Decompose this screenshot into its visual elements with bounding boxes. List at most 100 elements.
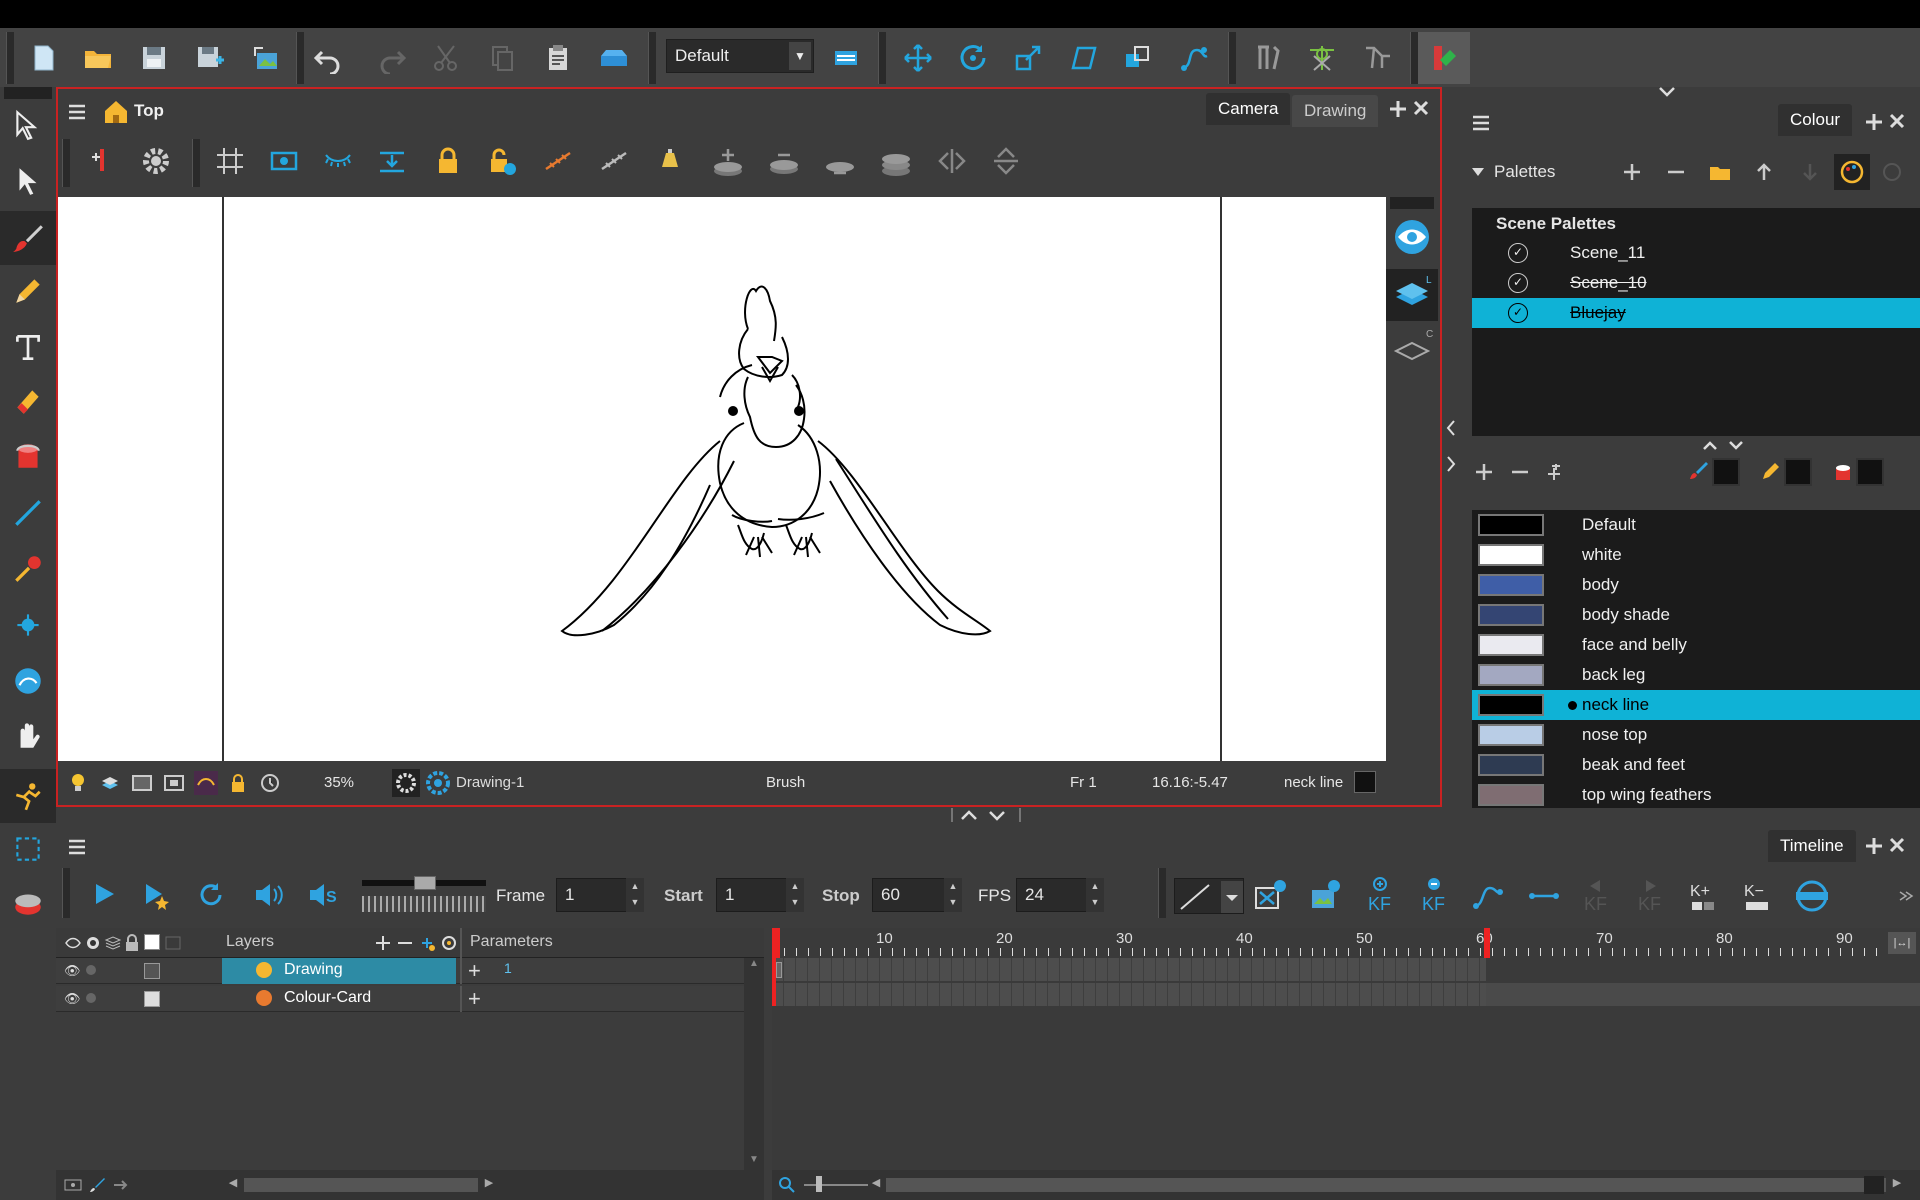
- colour-swatch[interactable]: [1478, 604, 1544, 626]
- scale-icon[interactable]: [1008, 38, 1048, 78]
- colour-row[interactable]: face and belly: [1472, 630, 1920, 660]
- chevron-down-icon[interactable]: [1656, 84, 1678, 100]
- pivot-tool-icon[interactable]: [6, 603, 50, 647]
- keyframe-marker[interactable]: [776, 962, 782, 978]
- brush-colour-icon[interactable]: [1688, 460, 1710, 482]
- colour-row[interactable]: nose top: [1472, 720, 1920, 750]
- palette-row[interactable]: ✓ Bluejay: [1472, 298, 1920, 328]
- zoom-level[interactable]: 35%: [324, 774, 354, 791]
- insert-keyframe-icon[interactable]: K+: [1686, 876, 1722, 916]
- reposition-tool-icon[interactable]: [6, 827, 50, 871]
- next-keyframe-icon[interactable]: KF: [1632, 876, 1668, 916]
- drawing-canvas[interactable]: [58, 197, 1386, 761]
- add-texture-icon[interactable]: [1544, 462, 1564, 482]
- paint-colour-icon[interactable]: [1832, 460, 1854, 482]
- remove-layer-icon[interactable]: [396, 934, 414, 952]
- lock-all-icon[interactable]: [124, 934, 140, 952]
- menu-icon[interactable]: [66, 101, 88, 123]
- dropper-tool-icon[interactable]: [6, 547, 50, 591]
- game-export-icon[interactable]: [1418, 32, 1470, 84]
- add-effect-icon[interactable]: [440, 934, 458, 952]
- drawing-frames-row[interactable]: [772, 958, 1486, 981]
- palette-row[interactable]: ✓ Scene_10: [1472, 268, 1920, 298]
- cut-icon[interactable]: [426, 38, 466, 78]
- brush-tool-icon[interactable]: [0, 211, 56, 265]
- pencil-tool-icon[interactable]: [6, 269, 50, 313]
- close-icon[interactable]: [1888, 836, 1906, 854]
- colour-row[interactable]: back leg: [1472, 660, 1920, 690]
- lock-icon[interactable]: [432, 145, 464, 177]
- sound-scrubbing-icon[interactable]: S: [306, 880, 338, 910]
- pencil-colour-swatch[interactable]: [1784, 458, 1812, 486]
- slider-handle[interactable]: [414, 876, 436, 890]
- grid-icon[interactable]: [214, 145, 246, 177]
- scroll-left-icon[interactable]: ◀: [224, 1176, 242, 1194]
- camera-mask-icon[interactable]: [130, 771, 154, 795]
- reset-view-icon[interactable]: [258, 771, 282, 795]
- add-palette-icon[interactable]: [1622, 162, 1642, 182]
- import-images-icon[interactable]: [245, 38, 285, 78]
- frame-ruler[interactable]: 102030405060708090 |↔|: [772, 928, 1920, 958]
- animate-tool-icon[interactable]: [0, 769, 56, 823]
- eye-toggle-icon[interactable]: [64, 934, 82, 952]
- maintain-size-icon[interactable]: [1118, 38, 1158, 78]
- scroll-right-icon[interactable]: ▶: [480, 1176, 498, 1194]
- collapse-triangle-icon[interactable]: [1470, 166, 1486, 178]
- colour-card-frames-row[interactable]: [772, 983, 1486, 1006]
- remove-colour-icon[interactable]: [1510, 462, 1530, 482]
- colour-swatch[interactable]: [1478, 634, 1544, 656]
- splitter-handle[interactable]: [1696, 438, 1756, 452]
- unlock-all-icon[interactable]: [486, 145, 518, 177]
- scroll-right-icon[interactable]: ▶: [1888, 1176, 1906, 1194]
- light-bulb-icon[interactable]: [66, 771, 90, 795]
- playhead[interactable]: [772, 928, 780, 958]
- deformation-icon[interactable]: [1302, 38, 1342, 78]
- add-panel-icon[interactable]: [1388, 99, 1408, 119]
- stop-stepper[interactable]: ▲ ▼: [944, 878, 962, 912]
- colour-art-layer-icon[interactable]: C: [1386, 323, 1438, 375]
- safe-area-icon[interactable]: [268, 145, 300, 177]
- timeline-zoom-slider[interactable]: [804, 1184, 868, 1186]
- horizontal-scrollbar[interactable]: [886, 1178, 1886, 1192]
- hand-tool-icon[interactable]: [6, 713, 50, 757]
- colour-swatch[interactable]: [144, 991, 160, 1007]
- menu-icon[interactable]: [1470, 112, 1492, 134]
- view-mode-icon[interactable]: [64, 1176, 82, 1194]
- save-icon[interactable]: [134, 38, 174, 78]
- frame-stepper[interactable]: ▲ ▼: [626, 878, 644, 912]
- eye-toggle-icon[interactable]: 👁: [64, 991, 81, 1007]
- ink-bucket-icon[interactable]: [6, 881, 50, 925]
- remove-palette-icon[interactable]: [1666, 162, 1686, 182]
- close-icon[interactable]: [1888, 112, 1906, 130]
- playback-speed-slider[interactable]: [362, 876, 486, 914]
- layer-name[interactable]: Drawing: [284, 961, 343, 979]
- colour-swatch[interactable]: [1478, 754, 1544, 776]
- add-layer-icon[interactable]: [710, 145, 746, 181]
- onion-skin-range-icon[interactable]: [1792, 878, 1832, 914]
- animate-onion-icon[interactable]: [86, 145, 118, 177]
- play-selection-icon[interactable]: [142, 880, 172, 910]
- drawing-flower-icon[interactable]: [424, 769, 452, 797]
- light-table-icon[interactable]: [376, 145, 408, 177]
- eye-icon[interactable]: [1392, 217, 1432, 257]
- toolbar-grip[interactable]: [4, 87, 52, 99]
- paste-icon[interactable]: [538, 38, 578, 78]
- brush-colour-swatch[interactable]: [1712, 458, 1740, 486]
- thumbnail-icon[interactable]: [164, 934, 182, 952]
- onion-toggle-icon[interactable]: [194, 771, 218, 795]
- remove-keyframe-icon[interactable]: KF: [1416, 876, 1452, 916]
- text-tool-icon[interactable]: [6, 325, 50, 369]
- colour-swatch[interactable]: [1478, 544, 1544, 566]
- palette-row[interactable]: ✓ Scene_11: [1472, 238, 1920, 268]
- start-stepper[interactable]: ▲ ▼: [786, 878, 804, 912]
- copy-icon[interactable]: [482, 38, 522, 78]
- lamp-icon[interactable]: [654, 145, 686, 177]
- solo-icon[interactable]: [86, 965, 96, 975]
- save-as-icon[interactable]: [190, 38, 230, 78]
- play-icon[interactable]: [90, 880, 118, 908]
- import-palette-icon[interactable]: [1708, 160, 1732, 184]
- remove-layer-icon[interactable]: [766, 145, 802, 181]
- colour-swatch[interactable]: [144, 963, 160, 979]
- check-icon[interactable]: ✓: [1508, 303, 1528, 323]
- menu-icon[interactable]: [66, 836, 88, 858]
